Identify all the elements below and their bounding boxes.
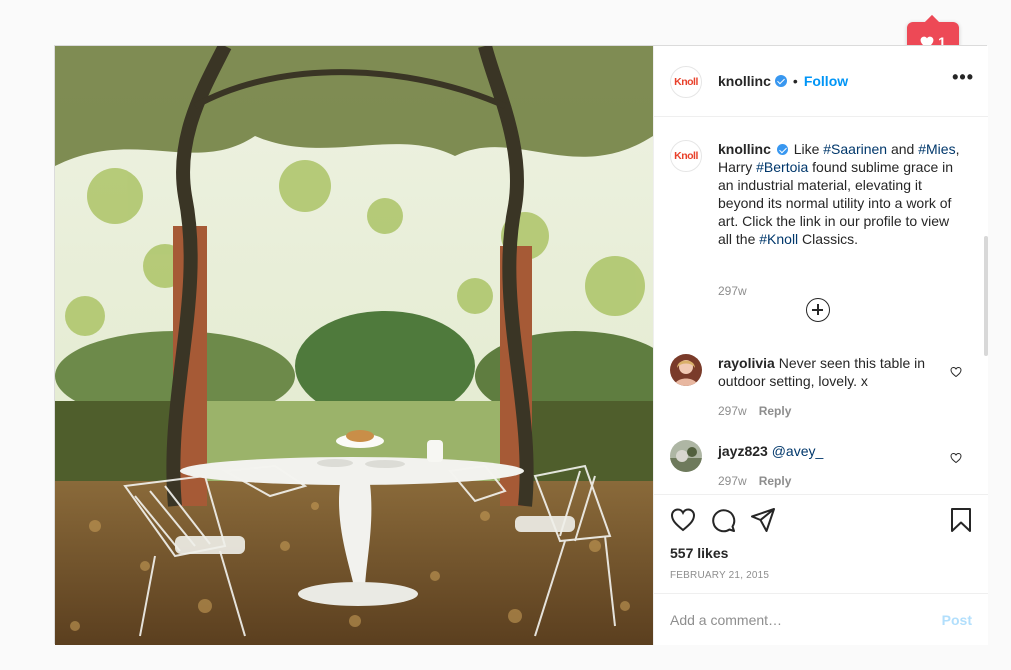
more-options-icon[interactable]: ••• (952, 68, 974, 86)
bookmark-icon[interactable] (948, 507, 974, 533)
caption-text: knollinc Like #Saarinen and #Mies, Harry… (718, 140, 964, 248)
separator-dot: • (792, 73, 798, 89)
like-comment-heart-icon[interactable] (950, 452, 962, 464)
garden-table-image (55, 46, 653, 645)
load-more-comments-icon[interactable] (806, 298, 830, 322)
commenter-avatar[interactable] (670, 354, 702, 386)
author-username[interactable]: knollinc (718, 73, 771, 89)
post-card: Knoll knollinc • Follow ••• Knoll knolli… (54, 45, 988, 645)
reply-button[interactable]: Reply (759, 404, 792, 418)
comments-section[interactable]: Knoll knollinc Like #Saarinen and #Mies,… (654, 118, 988, 493)
verified-badge-icon (774, 75, 787, 87)
comments-scrollbar[interactable] (984, 236, 988, 356)
likes-count[interactable]: 557 likes (670, 545, 728, 561)
post-actions: 557 likes FEBRUARY 21, 2015 (654, 494, 988, 592)
share-icon[interactable] (750, 507, 776, 533)
commenter-username[interactable]: jayz823 (718, 443, 768, 459)
verified-badge-icon (776, 144, 788, 155)
follow-button[interactable]: Follow (804, 73, 848, 89)
hashtag-link[interactable]: #Knoll (759, 231, 798, 247)
author-avatar[interactable]: Knoll (670, 66, 702, 98)
hashtag-link[interactable]: #Saarinen (823, 141, 887, 157)
caption-text-segment: Classics. (798, 231, 859, 247)
comment-text: rayolivia Never seen this table in outdo… (718, 354, 938, 390)
comment-timestamp: 297w (718, 474, 747, 488)
commenter-avatar[interactable] (670, 440, 702, 472)
comment-text: jayz823 @avey_ (718, 442, 938, 460)
caption-text-segment: and (887, 141, 919, 157)
hashtag-link[interactable]: #Bertoia (756, 159, 808, 175)
comment-meta: 297w Reply (718, 404, 791, 418)
heart-icon[interactable] (670, 507, 696, 533)
caption-username[interactable]: knollinc (718, 141, 771, 157)
add-comment-bar: Post (654, 593, 988, 645)
caption-timestamp: 297w (718, 284, 747, 298)
post-comment-button[interactable]: Post (942, 612, 972, 628)
like-comment-heart-icon[interactable] (950, 366, 962, 378)
hashtag-link[interactable]: #Mies (918, 141, 955, 157)
caption-text-segment: Like (793, 141, 824, 157)
author-info: knollinc • Follow (718, 73, 848, 89)
post-header: Knoll knollinc • Follow ••• (654, 46, 988, 117)
comment-timestamp: 297w (718, 404, 747, 418)
comment-input[interactable] (670, 610, 920, 630)
post-sidebar: Knoll knollinc • Follow ••• Knoll knolli… (653, 46, 988, 645)
comment-body[interactable]: @avey_ (772, 443, 824, 459)
post-date: FEBRUARY 21, 2015 (670, 570, 770, 581)
commenter-username[interactable]: rayolivia (718, 355, 775, 371)
comment-icon[interactable] (710, 507, 736, 533)
reply-button[interactable]: Reply (759, 474, 792, 488)
caption-avatar[interactable]: Knoll (670, 140, 702, 172)
comment-meta: 297w Reply (718, 474, 791, 488)
post-photo[interactable] (55, 46, 653, 645)
